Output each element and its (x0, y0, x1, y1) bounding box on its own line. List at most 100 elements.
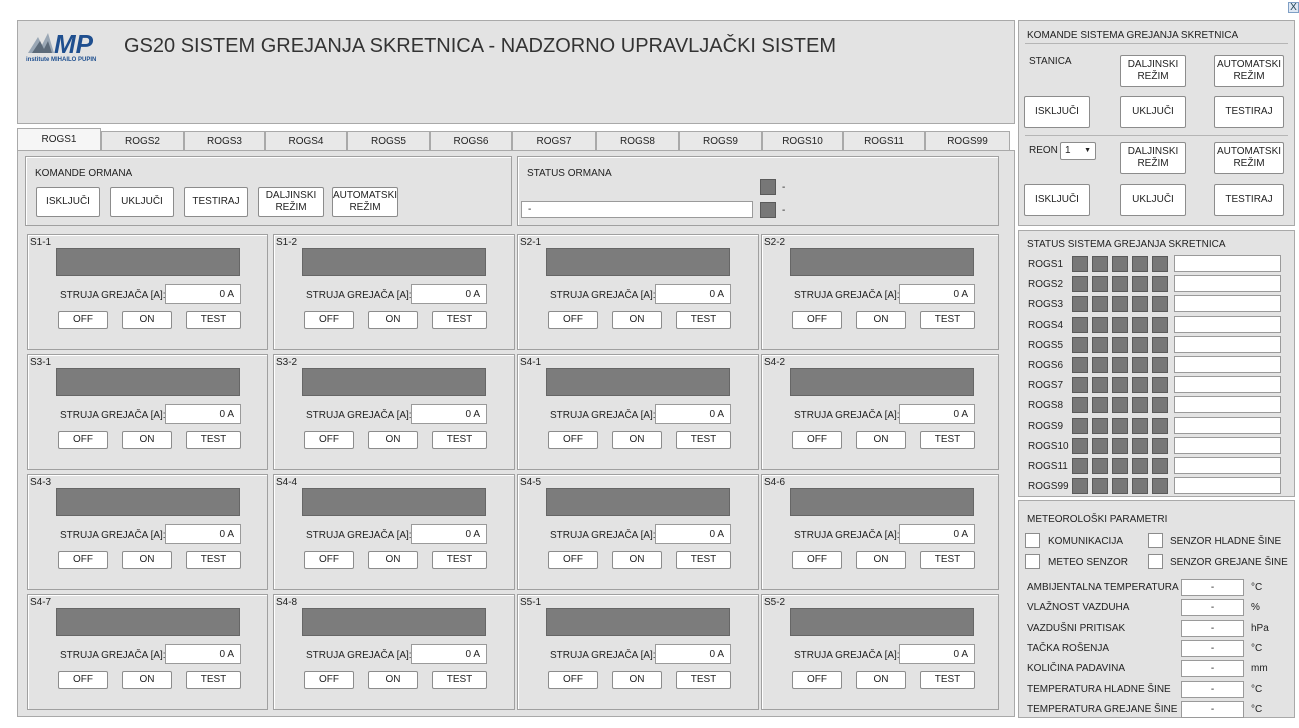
status-led (1092, 417, 1108, 434)
tab-rogs3[interactable]: ROGS3 (184, 131, 265, 150)
reon-select[interactable]: 1 ▼ (1060, 142, 1096, 160)
tab-rogs1[interactable]: ROGS1 (17, 128, 101, 150)
status-led (1152, 296, 1168, 313)
meteo-sensor-checkbox[interactable] (1025, 554, 1040, 569)
tab-rogs8[interactable]: ROGS8 (596, 131, 679, 150)
heater-test-button[interactable]: TEST (676, 551, 731, 569)
heater-id-label: S4-1 (520, 357, 542, 368)
cabinet-off-button[interactable]: ISKLJUČI (36, 187, 100, 217)
status-led (1092, 276, 1108, 293)
heater-off-button[interactable]: OFF (548, 671, 598, 689)
heater-off-button[interactable]: OFF (548, 431, 598, 449)
cabinet-commands-title: KOMANDE ORMANA (35, 168, 133, 179)
heater-on-button[interactable]: ON (122, 551, 172, 569)
heater-test-button[interactable]: TEST (186, 311, 241, 329)
heater-off-button[interactable]: OFF (792, 551, 842, 569)
heater-off-button[interactable]: OFF (304, 311, 354, 329)
heater-test-button[interactable]: TEST (676, 431, 731, 449)
station-off-button[interactable]: ISKLJUČI (1024, 96, 1090, 128)
cabinet-test-button[interactable]: TESTIRAJ (184, 187, 248, 217)
heater-test-button[interactable]: TEST (432, 671, 487, 689)
heater-current-label: STRUJA GREJAČA [A]: (306, 650, 412, 661)
heater-off-button[interactable]: OFF (548, 311, 598, 329)
reon-test-button[interactable]: TESTIRAJ (1214, 184, 1284, 216)
heater-off-button[interactable]: OFF (548, 551, 598, 569)
heater-on-button[interactable]: ON (368, 311, 418, 329)
heater-off-button[interactable]: OFF (792, 431, 842, 449)
communication-checkbox[interactable] (1025, 533, 1040, 548)
heater-test-button[interactable]: TEST (432, 431, 487, 449)
heater-off-button[interactable]: OFF (792, 671, 842, 689)
heater-on-button[interactable]: ON (368, 431, 418, 449)
heater-test-button[interactable]: TEST (186, 671, 241, 689)
heater-test-button[interactable]: TEST (186, 431, 241, 449)
tab-rogs6[interactable]: ROGS6 (430, 131, 512, 150)
heater-on-button[interactable]: ON (122, 311, 172, 329)
heater-id-label: S4-7 (30, 597, 52, 608)
status-row-label: ROGS99 (1028, 481, 1069, 493)
tab-rogs2[interactable]: ROGS2 (101, 131, 184, 150)
heater-test-button[interactable]: TEST (676, 671, 731, 689)
heater-id-label: S1-2 (276, 237, 298, 248)
cabinet-auto-mode-button[interactable]: AUTOMATSKI REŽIM (332, 187, 398, 217)
tab-rogs7[interactable]: ROGS7 (512, 131, 596, 150)
heater-id-label: S4-2 (764, 357, 786, 368)
heater-off-button[interactable]: OFF (304, 551, 354, 569)
heater-test-button[interactable]: TEST (186, 551, 241, 569)
heater-on-button[interactable]: ON (122, 431, 172, 449)
heater-on-button[interactable]: ON (856, 551, 906, 569)
status-row-field (1174, 335, 1281, 353)
heater-on-button[interactable]: ON (612, 671, 662, 689)
status-led (1152, 377, 1168, 394)
heater-off-button[interactable]: OFF (304, 671, 354, 689)
heater-on-button[interactable]: ON (368, 551, 418, 569)
reon-off-button[interactable]: ISKLJUČI (1024, 184, 1090, 216)
heated-rail-sensor-checkbox[interactable] (1148, 554, 1163, 569)
heater-off-button[interactable]: OFF (58, 431, 108, 449)
heater-off-button[interactable]: OFF (792, 311, 842, 329)
heater-off-button[interactable]: OFF (58, 311, 108, 329)
status-row-label: ROGS6 (1028, 360, 1064, 371)
tab-rogs4[interactable]: ROGS4 (265, 131, 347, 150)
status-led (1072, 397, 1088, 414)
station-auto-mode-button[interactable]: AUTOMATSKI REŽIM (1214, 55, 1284, 87)
tab-rogs9[interactable]: ROGS9 (679, 131, 762, 150)
reon-on-button[interactable]: UKLJUČI (1120, 184, 1186, 216)
heater-off-button[interactable]: OFF (58, 671, 108, 689)
heater-test-button[interactable]: TEST (432, 551, 487, 569)
heater-off-button[interactable]: OFF (58, 551, 108, 569)
cabinet-remote-mode-button[interactable]: DALJINSKI REŽIM (258, 187, 324, 217)
tab-rogs5[interactable]: ROGS5 (347, 131, 430, 150)
heater-on-button[interactable]: ON (612, 431, 662, 449)
heater-test-button[interactable]: TEST (920, 671, 975, 689)
tab-rogs11[interactable]: ROGS11 (843, 131, 925, 150)
heater-on-button[interactable]: ON (612, 551, 662, 569)
heater-on-button[interactable]: ON (612, 311, 662, 329)
heater-on-button[interactable]: ON (368, 671, 418, 689)
station-remote-mode-button[interactable]: DALJINSKI REŽIM (1120, 55, 1186, 87)
heater-test-button[interactable]: TEST (920, 431, 975, 449)
tab-rogs10[interactable]: ROGS10 (762, 131, 843, 150)
tab-rogs99[interactable]: ROGS99 (925, 131, 1010, 150)
reon-auto-mode-button[interactable]: AUTOMATSKI REŽIM (1214, 142, 1284, 174)
heater-on-button[interactable]: ON (122, 671, 172, 689)
station-on-button[interactable]: UKLJUČI (1120, 96, 1186, 128)
meteo-param-value: - (1181, 660, 1244, 678)
reon-remote-mode-button[interactable]: DALJINSKI REŽIM (1120, 142, 1186, 174)
station-test-button[interactable]: TESTIRAJ (1214, 96, 1284, 128)
cold-rail-sensor-checkbox[interactable] (1148, 533, 1163, 548)
heater-on-button[interactable]: ON (856, 671, 906, 689)
heater-test-button[interactable]: TEST (920, 311, 975, 329)
status-led (1072, 417, 1088, 434)
heater-on-button[interactable]: ON (856, 431, 906, 449)
meteo-param-unit: °C (1251, 683, 1263, 695)
heater-status-bar (56, 248, 240, 276)
heater-test-button[interactable]: TEST (676, 311, 731, 329)
heater-off-button[interactable]: OFF (304, 431, 354, 449)
heater-on-button[interactable]: ON (856, 311, 906, 329)
cabinet-on-button[interactable]: UKLJUČI (110, 187, 174, 217)
close-window-button[interactable]: X (1288, 2, 1299, 13)
heater-test-button[interactable]: TEST (920, 551, 975, 569)
system-status-title: STATUS SISTEMA GREJANJA SKRETNICA (1027, 239, 1226, 250)
heater-test-button[interactable]: TEST (432, 311, 487, 329)
